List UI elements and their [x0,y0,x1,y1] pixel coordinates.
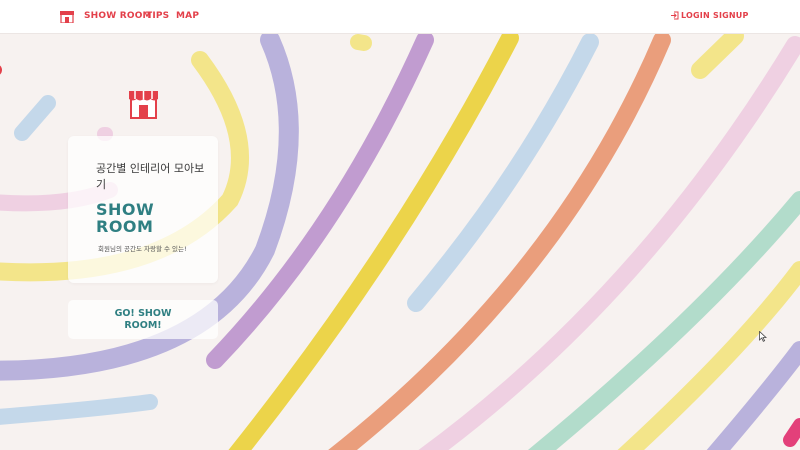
nav-tips-link[interactable]: TIPS [146,11,169,21]
mouse-cursor-icon [759,331,767,342]
nav-showroom-link[interactable]: SHOW ROOM [84,11,152,21]
hero-title: 공간별 인테리어 모아보기 [96,162,205,191]
brand-line-1: SHOW [96,200,155,219]
stripe-short-blue [14,95,56,141]
brand-line-2: ROOM [96,217,154,236]
stripe-arc-blue [0,394,158,425]
brand-logotype: SHOW ROOM [96,201,196,235]
stripe-top-yellow [691,27,744,79]
hero-subtitle: 회원님의 공간도 자랑할 수 있는! [98,245,187,253]
go-showroom-label: GO! SHOW ROOM! [114,307,172,331]
hero-card: 공간별 인테리어 모아보기 SHOW ROOM 회원님의 공간도 자랑할 수 있… [68,136,218,283]
go-showroom-button[interactable]: GO! SHOW ROOM! [68,300,218,339]
login-link[interactable]: LOGIN [681,11,710,20]
stripe-corner-red [783,418,800,447]
stripe-lavender [206,31,434,369]
top-navigation-bar: SHOW ROOM TIPS MAP LOGIN SIGNUP [0,0,800,34]
signup-link[interactable]: SIGNUP [713,11,749,20]
store-icon [129,91,158,119]
login-icon[interactable] [670,11,679,20]
nav-map-link[interactable]: MAP [176,11,199,21]
stripe-dot-yellow [350,34,372,51]
store-icon[interactable] [60,10,74,23]
